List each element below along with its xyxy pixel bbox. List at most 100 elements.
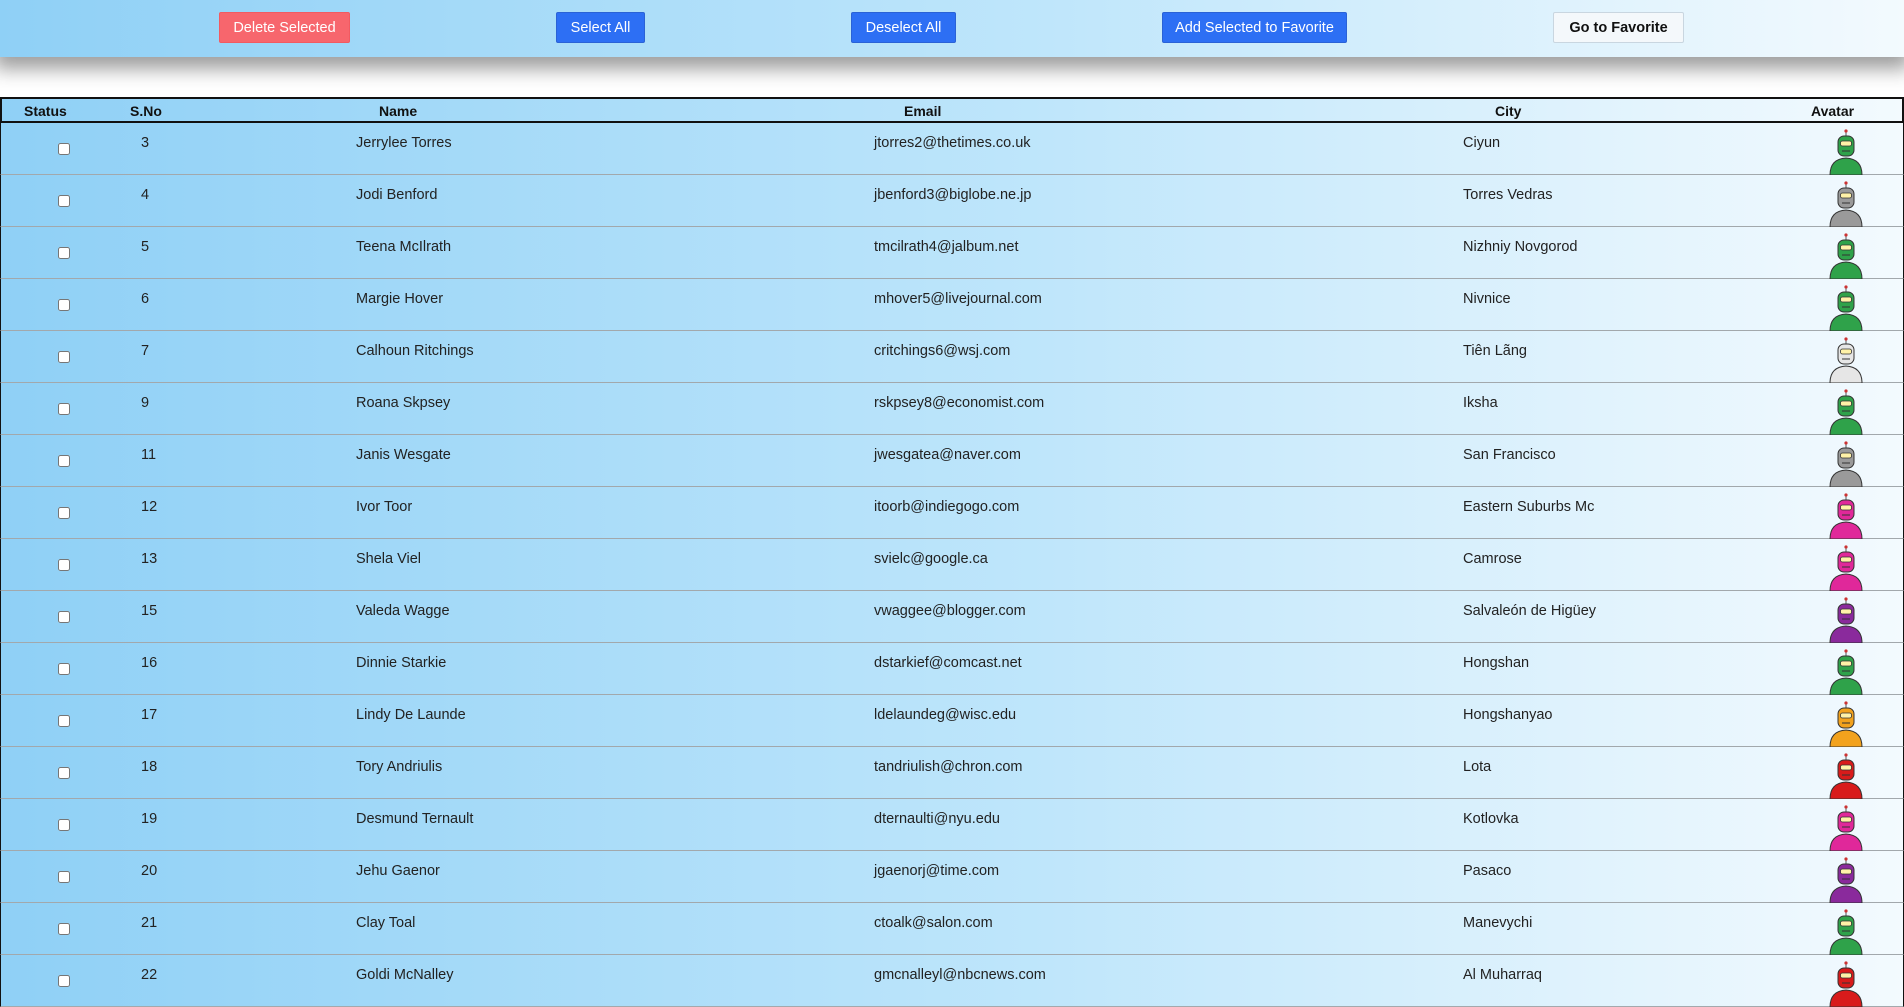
table-row[interactable]: 16 Dinnie Starkie dstarkief@comcast.net Hon… <box>0 643 1904 695</box>
row-name: Shela Viel <box>356 551 422 567</box>
row-sno: 3 <box>141 135 150 151</box>
toolbar: Delete Selected Select All Deselect All … <box>0 0 1904 57</box>
add-selected-to-favorite-button[interactable]: Add Selected to Favorite <box>1162 12 1347 43</box>
row-name: Teena McIlrath <box>356 239 452 255</box>
robot-avatar-icon <box>1829 701 1863 747</box>
robot-avatar-icon <box>1829 233 1863 279</box>
column-header-status[interactable]: Status <box>24 103 67 119</box>
table-row[interactable]: 22 Goldi McNalley gmcnalleyl@nbcnews.com Al… <box>0 955 1904 1007</box>
column-header-avatar[interactable]: Avatar <box>1811 103 1854 119</box>
table-row[interactable]: 12 Ivor Toor itoorb@indiegogo.com Eastern S… <box>0 487 1904 539</box>
row-sno: 4 <box>141 187 150 203</box>
row-name: Ivor Toor <box>356 499 413 515</box>
row-city: Camrose <box>1463 551 1522 567</box>
row-select-checkbox[interactable] <box>58 143 70 155</box>
table-row[interactable]: 7 Calhoun Ritchings critchings6@wsj.com Tiê… <box>0 331 1904 383</box>
row-select-checkbox[interactable] <box>58 819 70 831</box>
row-email: dstarkief@comcast.net <box>874 655 1022 671</box>
delete-selected-button[interactable]: Delete Selected <box>219 12 350 43</box>
row-select-checkbox[interactable] <box>58 559 70 571</box>
select-all-button[interactable]: Select All <box>556 12 645 43</box>
row-select-checkbox[interactable] <box>58 767 70 779</box>
table-row[interactable]: 13 Shela Viel svielc@google.ca Camrose <box>0 539 1904 591</box>
row-email: tandriulish@chron.com <box>874 759 1023 775</box>
row-name: Janis Wesgate <box>356 447 451 463</box>
robot-avatar-icon <box>1829 753 1863 799</box>
table-row[interactable]: 17 Lindy De Launde ldelaundeg@wisc.edu Hong… <box>0 695 1904 747</box>
row-city: Torres Vedras <box>1463 187 1553 203</box>
row-name: Calhoun Ritchings <box>356 343 474 359</box>
table-row[interactable]: 21 Clay Toal ctoalk@salon.com Manevychi <box>0 903 1904 955</box>
table-row[interactable]: 5 Teena McIlrath tmcilrath4@jalbum.net Nizh… <box>0 227 1904 279</box>
column-header-sno[interactable]: S.No <box>130 103 162 119</box>
column-header-city[interactable]: City <box>1495 103 1521 119</box>
row-email: rskpsey8@economist.com <box>874 395 1045 411</box>
deselect-all-button[interactable]: Deselect All <box>851 12 956 43</box>
row-sno: 7 <box>141 343 150 359</box>
row-email: jbenford3@biglobe.ne.jp <box>874 187 1032 203</box>
row-select-checkbox[interactable] <box>58 195 70 207</box>
table-row[interactable]: 19 Desmund Ternault dternaulti@nyu.edu Kotl… <box>0 799 1904 851</box>
row-sno: 6 <box>141 291 150 307</box>
row-sno: 17 <box>141 707 158 723</box>
row-city: Lota <box>1463 759 1492 775</box>
robot-avatar-icon <box>1829 285 1863 331</box>
row-select-checkbox[interactable] <box>58 299 70 311</box>
row-select-checkbox[interactable] <box>58 715 70 727</box>
row-city: Iksha <box>1463 395 1498 411</box>
row-select-checkbox[interactable] <box>58 611 70 623</box>
row-email: jgaenorj@time.com <box>874 863 1000 879</box>
robot-avatar-icon <box>1829 129 1863 175</box>
table-row[interactable]: 3 Jerrylee Torres jtorres2@thetimes.co.uk C… <box>0 123 1904 175</box>
row-city: Tiên Lãng <box>1463 343 1527 359</box>
table-row[interactable]: 15 Valeda Wagge vwaggee@blogger.com Salvale… <box>0 591 1904 643</box>
row-select-checkbox[interactable] <box>58 403 70 415</box>
table-row[interactable]: 6 Margie Hover mhover5@livejournal.com Nivn… <box>0 279 1904 331</box>
go-to-favorite-button[interactable]: Go to Favorite <box>1553 12 1684 43</box>
robot-avatar-icon <box>1829 337 1863 383</box>
table-row[interactable]: 18 Tory Andriulis tandriulish@chron.com Lot… <box>0 747 1904 799</box>
row-select-checkbox[interactable] <box>58 351 70 363</box>
row-select-checkbox[interactable] <box>58 663 70 675</box>
table-body: 3 Jerrylee Torres jtorres2@thetimes.co.uk C… <box>0 123 1904 1007</box>
row-select-checkbox[interactable] <box>58 975 70 987</box>
row-name: Jodi Benford <box>356 187 438 203</box>
column-header-email[interactable]: Email <box>904 103 941 119</box>
robot-avatar-icon <box>1829 545 1863 591</box>
row-email: tmcilrath4@jalbum.net <box>874 239 1019 255</box>
row-sno: 11 <box>141 447 157 463</box>
row-email: svielc@google.ca <box>874 551 988 567</box>
row-sno: 20 <box>141 863 158 879</box>
row-email: dternaulti@nyu.edu <box>874 811 1000 827</box>
table-row[interactable]: 4 Jodi Benford jbenford3@biglobe.ne.jp Torr… <box>0 175 1904 227</box>
row-name: Dinnie Starkie <box>356 655 447 671</box>
row-sno: 21 <box>141 915 158 931</box>
row-email: critchings6@wsj.com <box>874 343 1011 359</box>
row-name: Jehu Gaenor <box>356 863 440 879</box>
row-select-checkbox[interactable] <box>58 871 70 883</box>
row-sno: 19 <box>141 811 158 827</box>
row-email: jtorres2@thetimes.co.uk <box>874 135 1031 151</box>
row-email: vwaggee@blogger.com <box>874 603 1026 619</box>
row-select-checkbox[interactable] <box>58 247 70 259</box>
row-name: Roana Skpsey <box>356 395 451 411</box>
row-sno: 18 <box>141 759 158 775</box>
row-city: Hongshan <box>1463 655 1530 671</box>
row-name: Desmund Ternault <box>356 811 474 827</box>
row-city: Nizhniy Novgorod <box>1463 239 1578 255</box>
row-select-checkbox[interactable] <box>58 455 70 467</box>
row-sno: 12 <box>141 499 158 515</box>
table-row[interactable]: 11 Janis Wesgate jwesgatea@naver.com San Fr… <box>0 435 1904 487</box>
row-select-checkbox[interactable] <box>58 507 70 519</box>
robot-avatar-icon <box>1829 389 1863 435</box>
row-select-checkbox[interactable] <box>58 923 70 935</box>
row-email: itoorb@indiegogo.com <box>874 499 1020 515</box>
row-city: Hongshanyao <box>1463 707 1553 723</box>
table-row[interactable]: 9 Roana Skpsey rskpsey8@economist.com Iksha <box>0 383 1904 435</box>
row-name: Jerrylee Torres <box>356 135 452 151</box>
row-city: Nivnice <box>1463 291 1511 307</box>
row-sno: 9 <box>141 395 150 411</box>
table-row[interactable]: 20 Jehu Gaenor jgaenorj@time.com Pasaco <box>0 851 1904 903</box>
robot-avatar-icon <box>1829 857 1863 903</box>
column-header-name[interactable]: Name <box>379 103 417 119</box>
